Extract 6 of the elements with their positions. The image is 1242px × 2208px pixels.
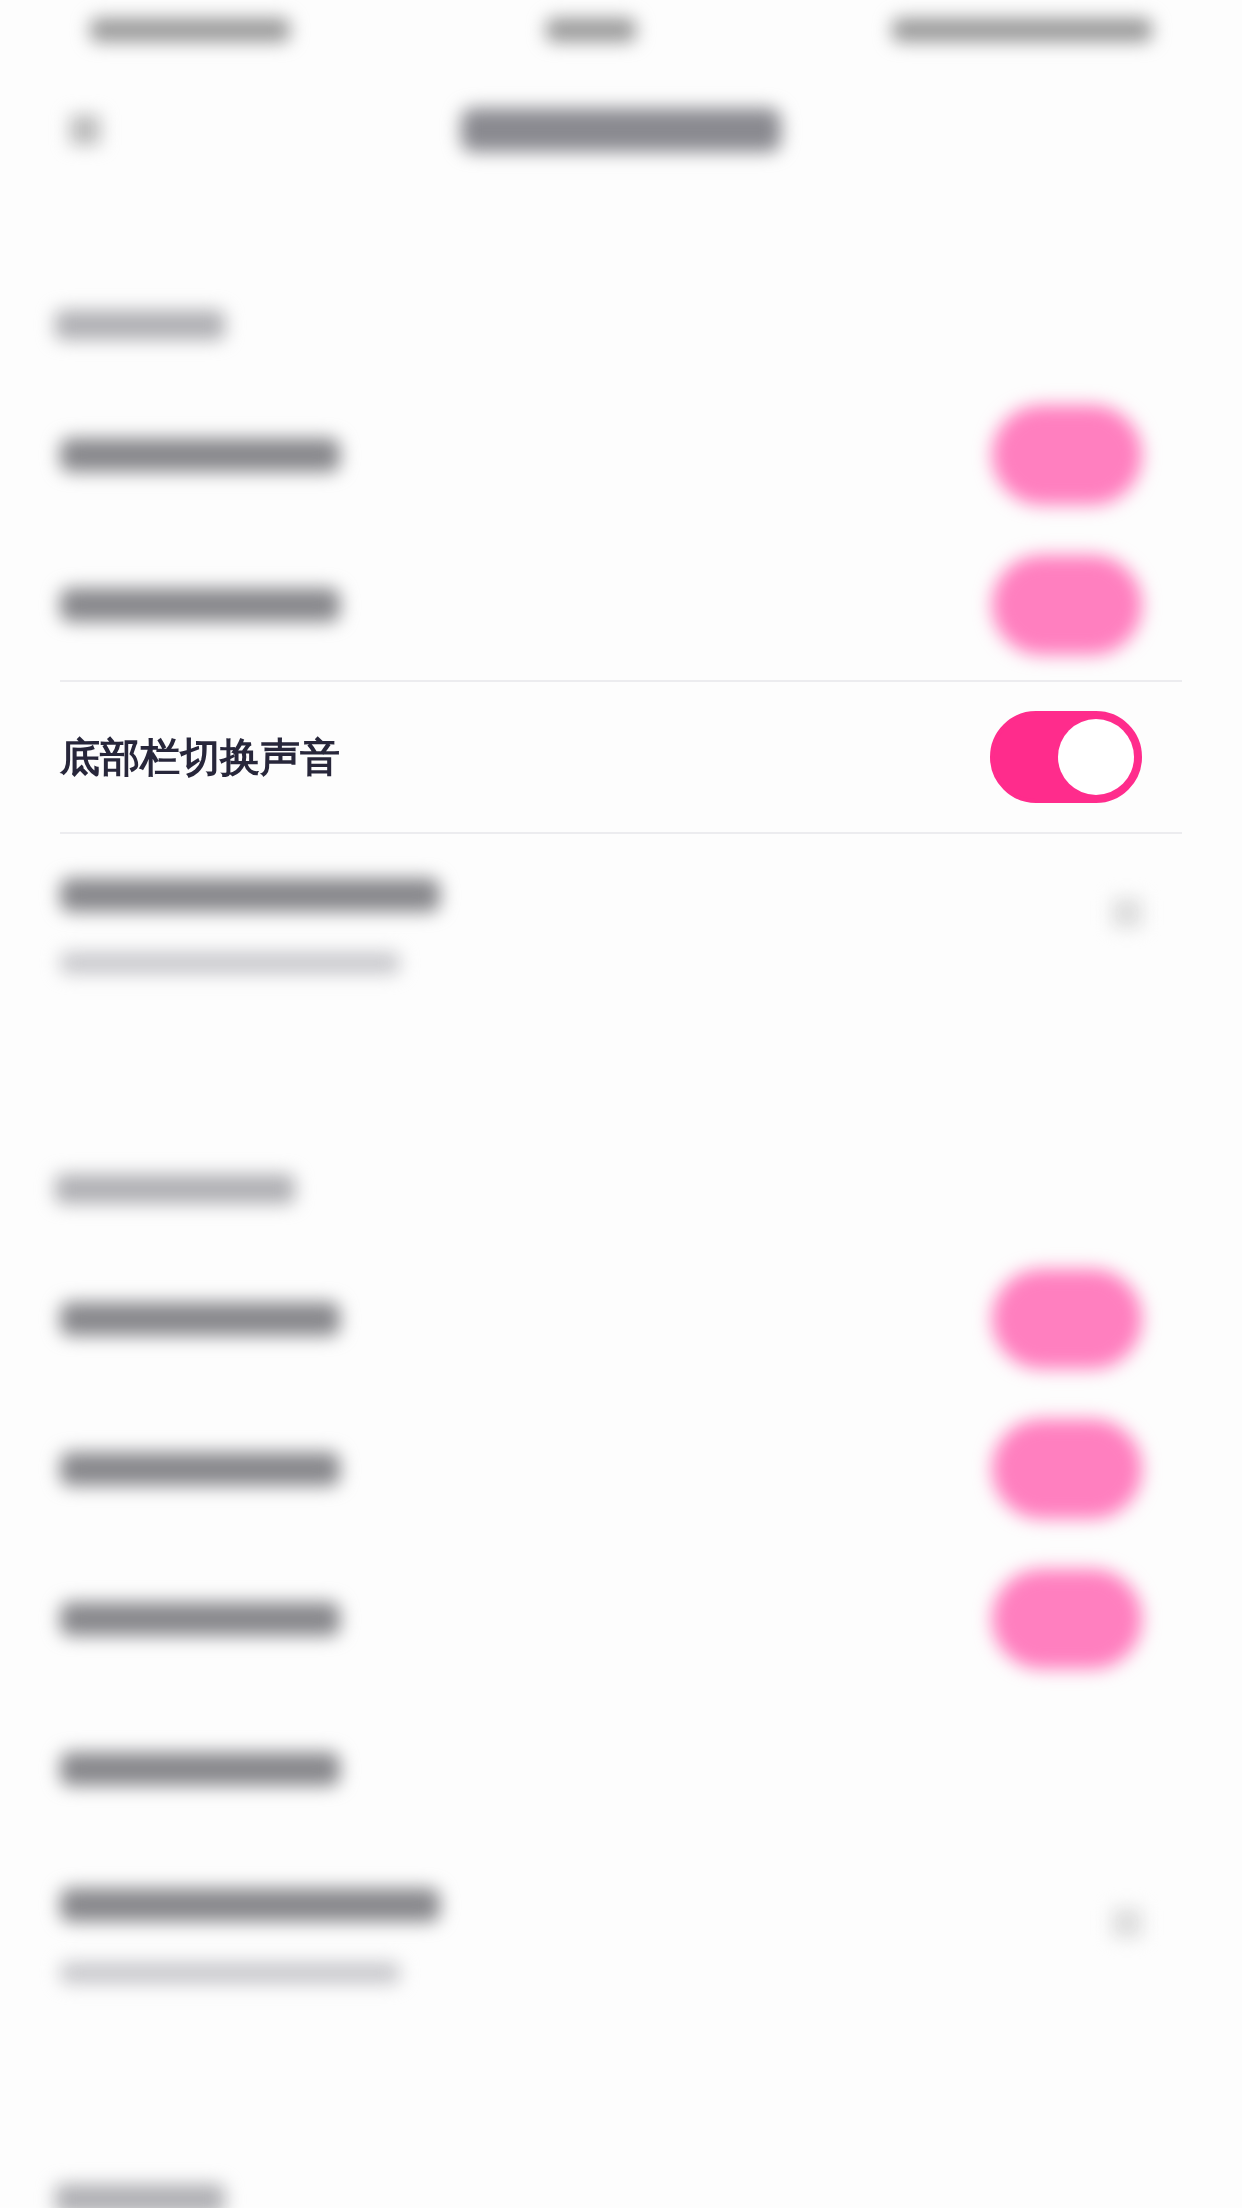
blurred-toggle[interactable] xyxy=(992,555,1142,655)
blurred-toggle[interactable] xyxy=(992,1269,1142,1369)
setting-label: 底部栏切换声音 xyxy=(60,732,340,782)
blurred-toggle[interactable] xyxy=(992,1569,1142,1669)
blurred-toggle[interactable] xyxy=(992,405,1142,505)
blurred-toggle[interactable] xyxy=(992,1419,1142,1519)
